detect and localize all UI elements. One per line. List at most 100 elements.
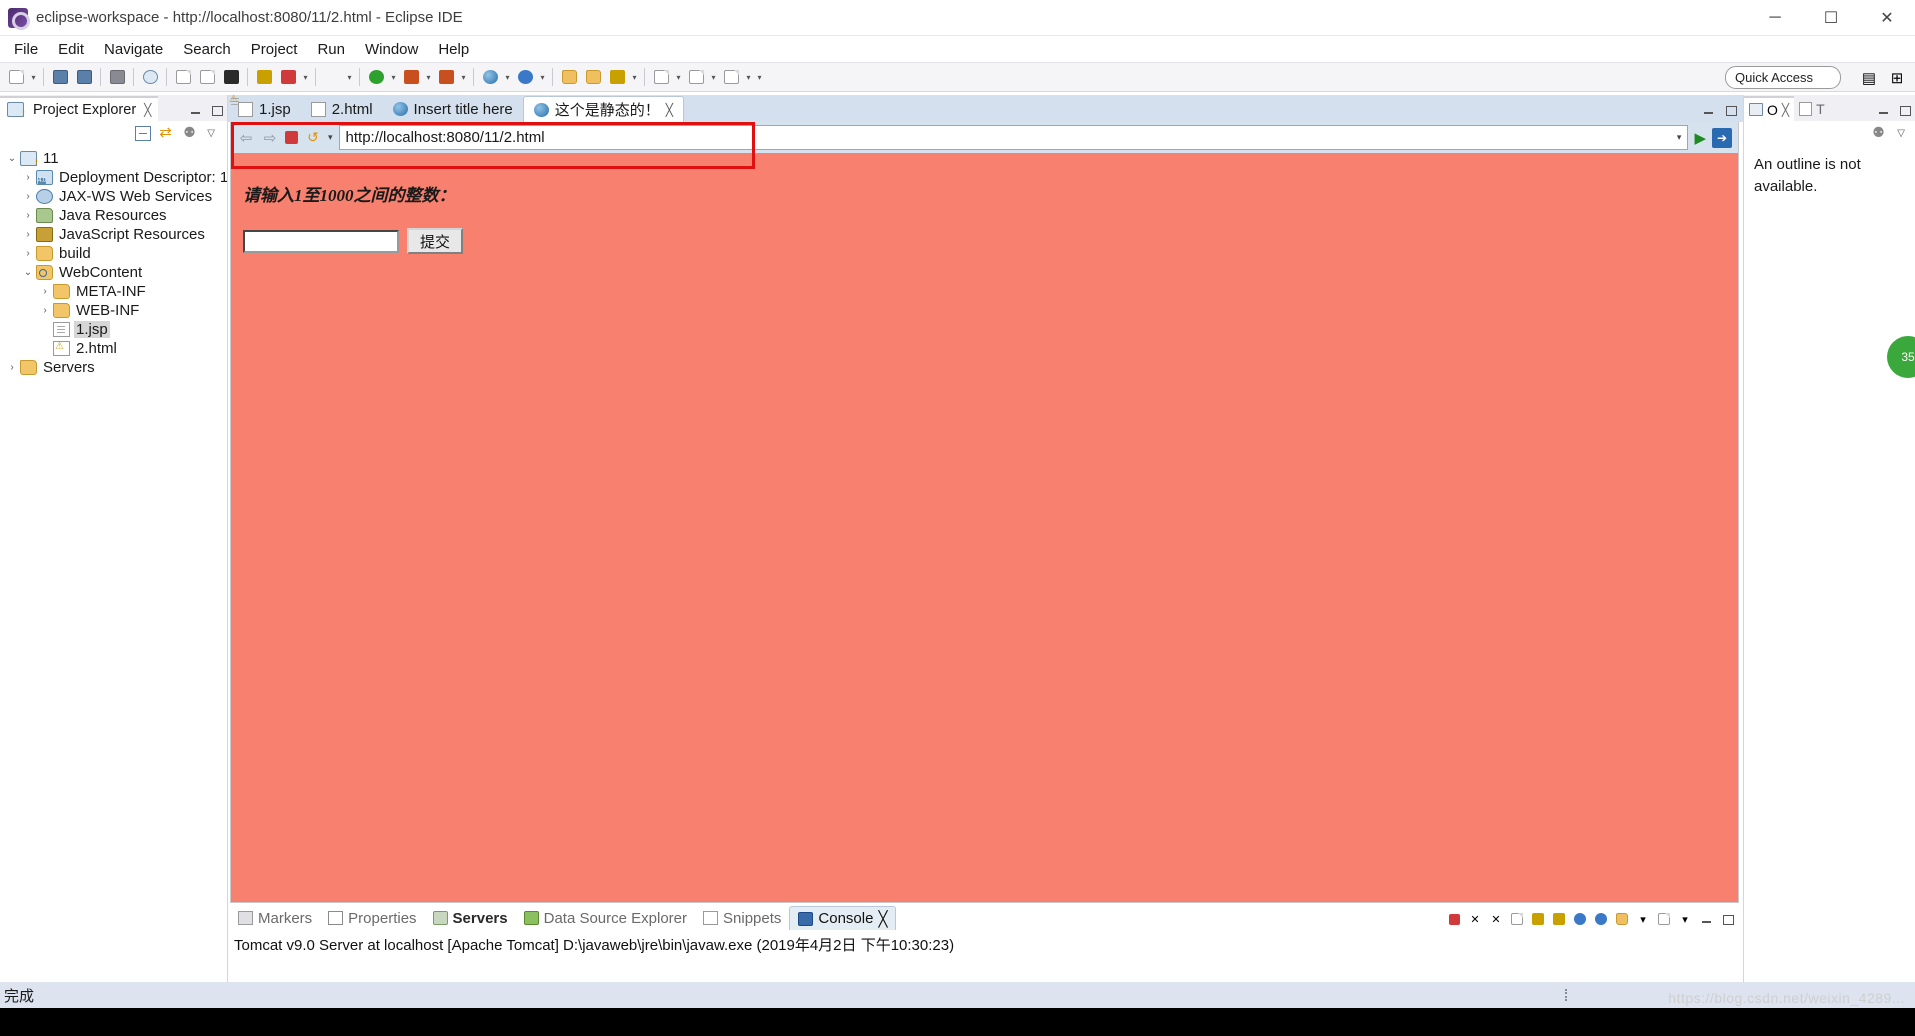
menu-navigate[interactable]: Navigate	[94, 38, 173, 61]
terminal-icon[interactable]	[220, 66, 242, 88]
jsp-caret[interactable]: ▾	[344, 73, 355, 82]
tab-properties[interactable]: Properties	[320, 906, 424, 930]
number-input[interactable]	[243, 229, 399, 253]
tab-static-page[interactable]: 这个是静态的！ ╳	[522, 96, 685, 122]
stop-server-icon[interactable]	[400, 66, 422, 88]
twisty-icon[interactable]: ⌄	[4, 153, 20, 164]
refresh-icon[interactable]	[514, 66, 536, 88]
refresh-icon[interactable]: ↺	[304, 129, 322, 147]
tab-outline[interactable]: O ╳	[1744, 96, 1795, 121]
maximize-icon[interactable]	[210, 104, 223, 117]
tree-item-java-resources[interactable]: › Java Resources	[0, 206, 227, 225]
menu-help[interactable]: Help	[428, 38, 479, 61]
back-nav-icon[interactable]	[720, 66, 742, 88]
maximize-icon[interactable]	[1724, 104, 1737, 117]
refresh-caret[interactable]: ▾	[537, 73, 548, 82]
view-menu-dots-icon[interactable]	[1872, 124, 1888, 141]
tab-project-explorer[interactable]: Project Explorer ╳	[0, 96, 159, 121]
forward-nav-caret[interactable]: ▾	[754, 73, 765, 82]
url-input[interactable]: http://localhost:8080/11/2.html ▾	[338, 125, 1689, 150]
tree-item-webcontent[interactable]: ⌄ WebContent	[0, 263, 227, 282]
open-console-caret-icon[interactable]: ▾	[1677, 911, 1693, 927]
close-icon[interactable]: ╳	[666, 103, 673, 117]
maximize-button[interactable]: ☐	[1803, 0, 1859, 36]
menu-project[interactable]: Project	[241, 38, 308, 61]
tab-console[interactable]: Console ╳	[789, 906, 897, 930]
menu-file[interactable]: File	[4, 38, 48, 61]
new-icon[interactable]	[5, 66, 27, 88]
view-menu-caret-icon[interactable]: ▽	[207, 128, 215, 139]
tab-servers[interactable]: Servers	[425, 906, 516, 930]
word-wrap-icon[interactable]	[1551, 911, 1567, 927]
tree-item-meta-inf[interactable]: › META-INF	[0, 282, 227, 301]
view-menu-dots-icon[interactable]	[183, 124, 199, 141]
annotation-caret[interactable]: ▾	[300, 73, 311, 82]
open-type-icon[interactable]	[172, 66, 194, 88]
print-icon[interactable]	[106, 66, 128, 88]
tree-item-servers[interactable]: › Servers	[0, 358, 227, 377]
display-console-icon[interactable]	[1593, 911, 1609, 927]
new-console-caret-icon[interactable]: ▾	[1635, 911, 1651, 927]
browser-icon[interactable]	[479, 66, 501, 88]
debug-caret[interactable]: ▾	[458, 73, 469, 82]
tree-item-web-inf[interactable]: › WEB-INF	[0, 301, 227, 320]
remove-all-launches-icon[interactable]: ✕	[1488, 911, 1504, 927]
save-all-icon[interactable]	[73, 66, 95, 88]
search-icon[interactable]	[139, 66, 161, 88]
debug-icon[interactable]	[435, 66, 457, 88]
tree-item-build[interactable]: › build	[0, 244, 227, 263]
open-resource-icon[interactable]	[196, 66, 218, 88]
menu-window[interactable]: Window	[355, 38, 428, 61]
new-folder-icon[interactable]	[558, 66, 580, 88]
close-icon[interactable]: ╳	[878, 910, 887, 928]
open-external-browser-icon[interactable]: ➔	[1712, 127, 1732, 148]
minimize-icon[interactable]	[1702, 104, 1715, 117]
quick-access-input[interactable]: Quick Access	[1725, 66, 1841, 89]
next-annotation-icon[interactable]	[685, 66, 707, 88]
tab-snippets[interactable]: Snippets	[695, 906, 789, 930]
tab-insert-title-here[interactable]: Insert title here	[383, 96, 523, 122]
tab-1-jsp[interactable]: 1.jsp	[228, 96, 301, 122]
browser-caret[interactable]: ▾	[502, 73, 513, 82]
twisty-icon[interactable]: ›	[37, 286, 53, 297]
tab-data-source-explorer[interactable]: Data Source Explorer	[516, 906, 695, 930]
pin-console-icon[interactable]	[1572, 911, 1588, 927]
prev-caret[interactable]: ▾	[673, 73, 684, 82]
run-caret[interactable]: ▾	[388, 73, 399, 82]
back-icon[interactable]: ⇦	[237, 129, 255, 147]
prev-annotation-icon[interactable]	[650, 66, 672, 88]
menu-search[interactable]: Search	[173, 38, 241, 61]
tab-task-list[interactable]: T	[1794, 96, 1830, 121]
tree-item-jaxws[interactable]: › JAX-WS Web Services	[0, 187, 227, 206]
twisty-icon[interactable]: ›	[4, 362, 20, 373]
chevron-down-icon[interactable]: ▾	[1677, 132, 1682, 143]
minimize-icon[interactable]	[1698, 911, 1714, 927]
perspective-java-ee-button[interactable]: ▤	[1857, 67, 1881, 89]
view-menu-caret-icon[interactable]: ▽	[1897, 128, 1905, 139]
new-console-icon[interactable]	[1614, 911, 1630, 927]
back-nav-caret[interactable]: ▾	[743, 73, 754, 82]
chevron-down-icon[interactable]: ▾	[328, 132, 333, 143]
terminate-icon[interactable]	[1446, 911, 1462, 927]
twisty-icon[interactable]: ›	[20, 191, 36, 202]
next-caret[interactable]: ▾	[708, 73, 719, 82]
tree-item-javascript-resources[interactable]: › JavaScript Resources	[0, 225, 227, 244]
clear-console-icon[interactable]	[1509, 911, 1525, 927]
minimize-icon[interactable]	[189, 104, 202, 117]
submit-button[interactable]: 提交	[407, 228, 464, 254]
maximize-icon[interactable]	[1898, 104, 1911, 117]
run-icon[interactable]	[365, 66, 387, 88]
open-perspective-button[interactable]: ⊞	[1885, 67, 1909, 89]
close-icon[interactable]: ╳	[144, 103, 151, 117]
tab-2-html[interactable]: 2.html	[301, 96, 383, 122]
twisty-icon[interactable]: ›	[20, 229, 36, 240]
collapse-all-icon[interactable]	[135, 125, 152, 141]
new-package-icon[interactable]	[582, 66, 604, 88]
menu-run[interactable]: Run	[307, 38, 355, 61]
new-dropdown-caret[interactable]: ▾	[28, 73, 39, 82]
resize-grip-icon[interactable]	[1565, 989, 1568, 1001]
remove-launch-icon[interactable]: ✕	[1467, 911, 1483, 927]
menu-edit[interactable]: Edit	[48, 38, 94, 61]
go-icon[interactable]: ▶	[1694, 129, 1706, 147]
close-button[interactable]: ✕	[1859, 0, 1915, 36]
